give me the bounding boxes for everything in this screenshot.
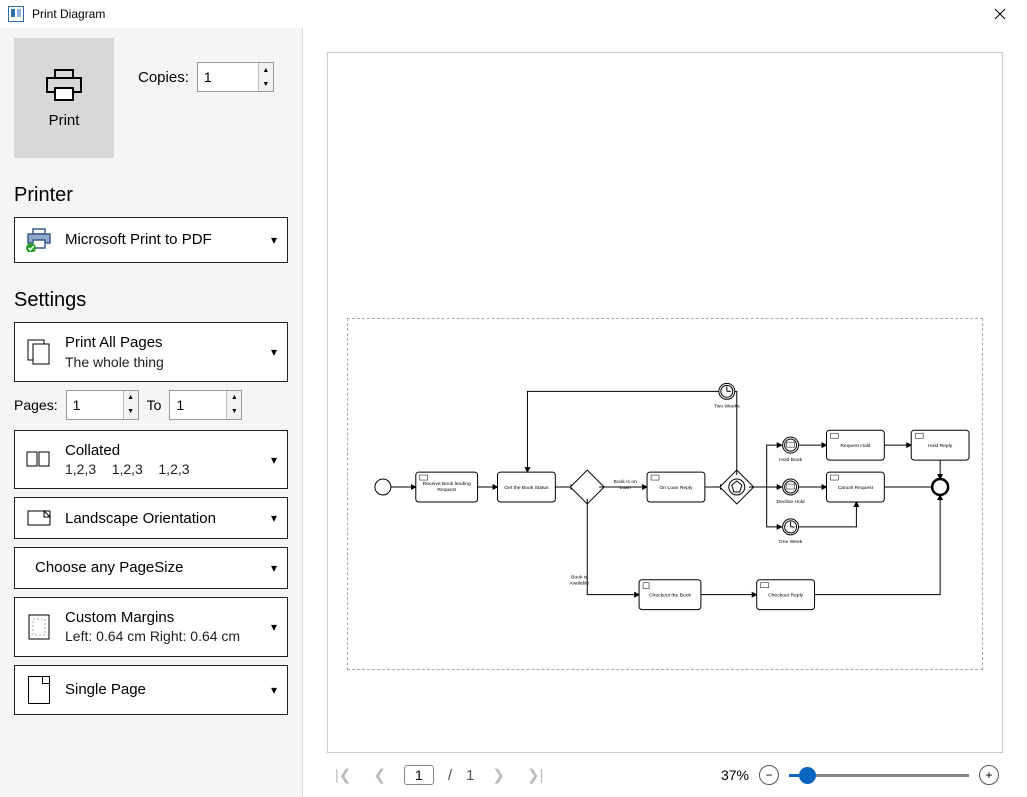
svg-text:On Loan Reply: On Loan Reply [659, 485, 693, 491]
app-icon [8, 6, 24, 22]
margins-sub: Left: 0.64 cm Right: 0.64 cm [65, 627, 259, 645]
singlepage-title: Single Page [65, 680, 259, 700]
copies-up[interactable]: ▲ [259, 63, 273, 77]
nav-total-pages: 1 [466, 767, 474, 784]
collate-title: Collated [65, 441, 259, 461]
svg-text:Request Hold: Request Hold [840, 443, 870, 449]
preview-sheet: Receive Book lendingRequest Get the Book… [335, 148, 995, 658]
copies-label: Copies: [138, 69, 189, 86]
print-range-sub: The whole thing [65, 353, 259, 371]
svg-text:Checkout Reply: Checkout Reply [768, 592, 804, 598]
collate-sub: 1,2,3 1,2,3 1,2,3 [65, 460, 259, 478]
landscape-icon [26, 508, 52, 528]
copies-input[interactable] [198, 63, 258, 91]
close-button[interactable] [981, 0, 1019, 28]
printer-icon [43, 68, 85, 104]
svg-text:Book isAvailable: Book isAvailable [569, 574, 589, 586]
window-title: Print Diagram [32, 7, 105, 21]
chevron-down-icon: ▾ [271, 561, 277, 575]
copies-stepper[interactable]: ▲▼ [197, 62, 274, 92]
close-icon [994, 8, 1006, 20]
copies-down[interactable]: ▼ [259, 77, 273, 91]
zoom-out-button[interactable]: − [759, 765, 779, 785]
svg-text:Two Weeks: Two Weeks [714, 403, 740, 409]
printer-select[interactable]: Microsoft Print to PDF ▾ [14, 217, 288, 263]
pages-to-stepper[interactable]: ▲▼ [169, 390, 242, 420]
diagram: Receive Book lendingRequest Get the Book… [348, 319, 982, 669]
svg-text:One Week: One Week [779, 538, 803, 544]
chevron-down-icon: ▾ [271, 620, 277, 634]
pages-label: Pages: [14, 397, 58, 413]
svg-text:Book is onLoan: Book is onLoan [614, 479, 637, 491]
margins-title: Custom Margins [65, 608, 259, 628]
margins-select[interactable]: Custom Margins Left: 0.64 cm Right: 0.64… [14, 597, 288, 657]
orientation-title: Landscape Orientation [65, 509, 259, 529]
nav-first-button[interactable]: |❮ [331, 764, 355, 786]
print-range-select[interactable]: Print All Pages The whole thing ▾ [14, 322, 288, 382]
zoom-percent: 37% [721, 767, 749, 783]
printer-name: Microsoft Print to PDF [65, 230, 259, 250]
pagesize-select[interactable]: Choose any PageSize ▾ [14, 547, 288, 589]
settings-section-heading: Settings [14, 289, 288, 312]
print-range-title: Print All Pages [65, 333, 259, 353]
zoom-in-button[interactable]: + [979, 765, 999, 785]
chevron-down-icon: ▾ [271, 345, 277, 359]
collate-select[interactable]: Collated 1,2,3 1,2,3 1,2,3 ▾ [14, 430, 288, 490]
svg-text:Checkout the Book: Checkout the Book [649, 592, 692, 598]
pages-to-input[interactable] [170, 391, 226, 419]
chevron-down-icon: ▾ [271, 683, 277, 697]
chevron-down-icon: ▾ [271, 511, 277, 525]
orientation-select[interactable]: Landscape Orientation ▾ [14, 497, 288, 539]
page-icon [28, 676, 50, 704]
printer-section-heading: Printer [14, 184, 288, 207]
printer-select-icon [26, 228, 52, 252]
svg-text:Hold Book: Hold Book [779, 457, 802, 463]
print-button-label: Print [49, 112, 80, 129]
collate-icon [26, 450, 52, 470]
svg-text:Cancel Request: Cancel Request [838, 485, 874, 491]
margins-icon [27, 613, 51, 641]
zoom-slider[interactable] [789, 774, 969, 777]
pages-from-stepper[interactable]: ▲▼ [66, 390, 139, 420]
preview-canvas: Receive Book lendingRequest Get the Book… [327, 52, 1003, 753]
nav-next-button[interactable]: ❯ [488, 764, 509, 786]
singlepage-select[interactable]: Single Page ▾ [14, 665, 288, 715]
pagesize-title: Choose any PageSize [35, 558, 259, 578]
nav-prev-button[interactable]: ❮ [369, 764, 390, 786]
nav-last-button[interactable]: ❯| [523, 764, 547, 786]
chevron-down-icon: ▾ [271, 453, 277, 467]
svg-text:Decline Hold: Decline Hold [777, 498, 805, 504]
svg-text:Get the Book Status: Get the Book Status [504, 485, 549, 491]
svg-text:Hold Reply: Hold Reply [928, 443, 953, 449]
print-button[interactable]: Print [14, 38, 114, 158]
chevron-down-icon: ▾ [271, 233, 277, 247]
nav-sep: / [448, 767, 452, 784]
pages-to-label: To [147, 397, 162, 413]
nav-current-page[interactable]: 1 [404, 765, 434, 785]
pages-icon [26, 338, 52, 366]
pages-from-input[interactable] [67, 391, 123, 419]
